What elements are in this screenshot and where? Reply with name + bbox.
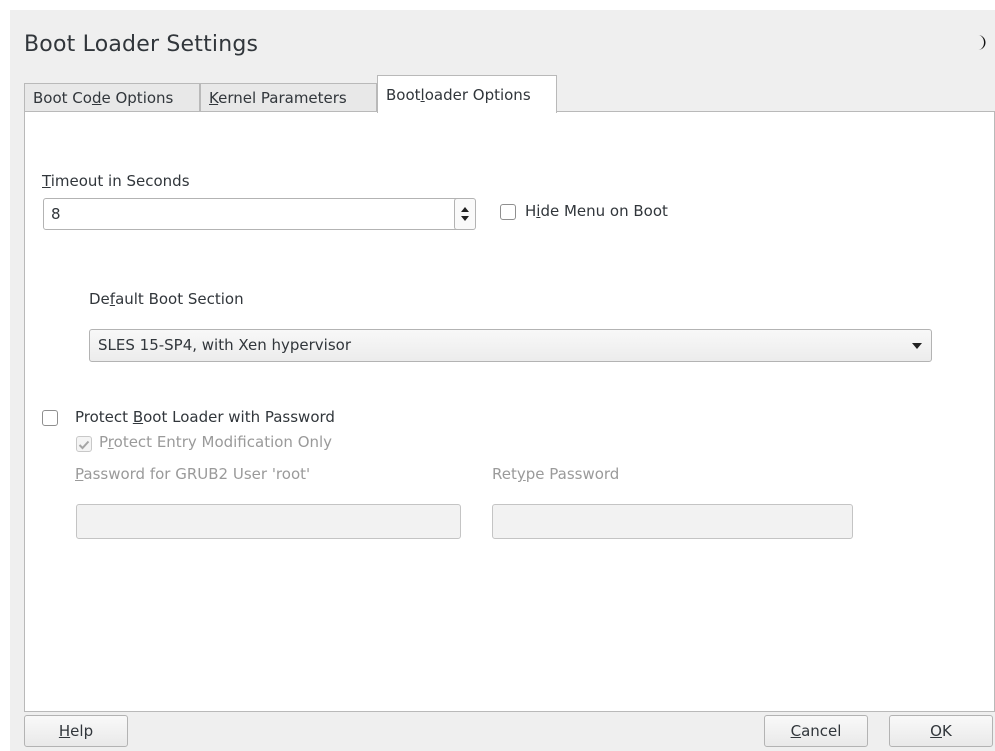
spin-arrows-icon (461, 207, 469, 221)
timeout-value: 8 (51, 205, 61, 223)
timeout-stepper[interactable] (454, 198, 476, 230)
tab-boot-code-options[interactable]: Boot Code Options (24, 83, 200, 111)
default-boot-section-value: SLES 15-SP4, with Xen hypervisor (98, 336, 351, 354)
hide-menu-checkbox[interactable] (500, 204, 516, 220)
default-boot-section-label: Default Boot Section (89, 290, 244, 308)
protect-entry-checkbox[interactable] (76, 436, 92, 452)
password-label: Password for GRUB2 User 'root' (75, 465, 311, 483)
tab-kernel-parameters[interactable]: Kernel Parameters (200, 83, 377, 111)
cancel-button[interactable]: Cancel (764, 715, 868, 747)
default-boot-section-dropdown[interactable]: SLES 15-SP4, with Xen hypervisor (89, 329, 932, 362)
password-field[interactable] (76, 504, 461, 539)
timeout-label: Timeout in Seconds (42, 172, 190, 190)
chevron-down-icon (912, 343, 922, 349)
checkmark-icon (78, 440, 90, 450)
bootloader-options-panel: Timeout in Seconds 8 Hide Menu on Boot D… (24, 111, 995, 712)
hide-menu-label[interactable]: Hide Menu on Boot (525, 202, 668, 220)
retype-password-field[interactable] (492, 504, 853, 539)
boot-loader-settings-window: Boot Loader Settings Boot Code Options K… (10, 10, 995, 751)
window-title: Boot Loader Settings (24, 32, 259, 57)
protect-entry-label: Protect Entry Modification Only (99, 433, 333, 451)
help-button[interactable]: Help (24, 715, 128, 747)
protect-password-label[interactable]: Protect Boot Loader with Password (75, 408, 335, 426)
tab-bootloader-options[interactable]: Bootloader Options (377, 75, 557, 113)
protect-password-checkbox[interactable] (42, 410, 58, 426)
timeout-spinbox[interactable]: 8 (43, 198, 475, 230)
moon-icon[interactable] (974, 35, 987, 50)
retype-password-label: Retype Password (492, 465, 620, 483)
ok-button[interactable]: OK (889, 715, 993, 747)
